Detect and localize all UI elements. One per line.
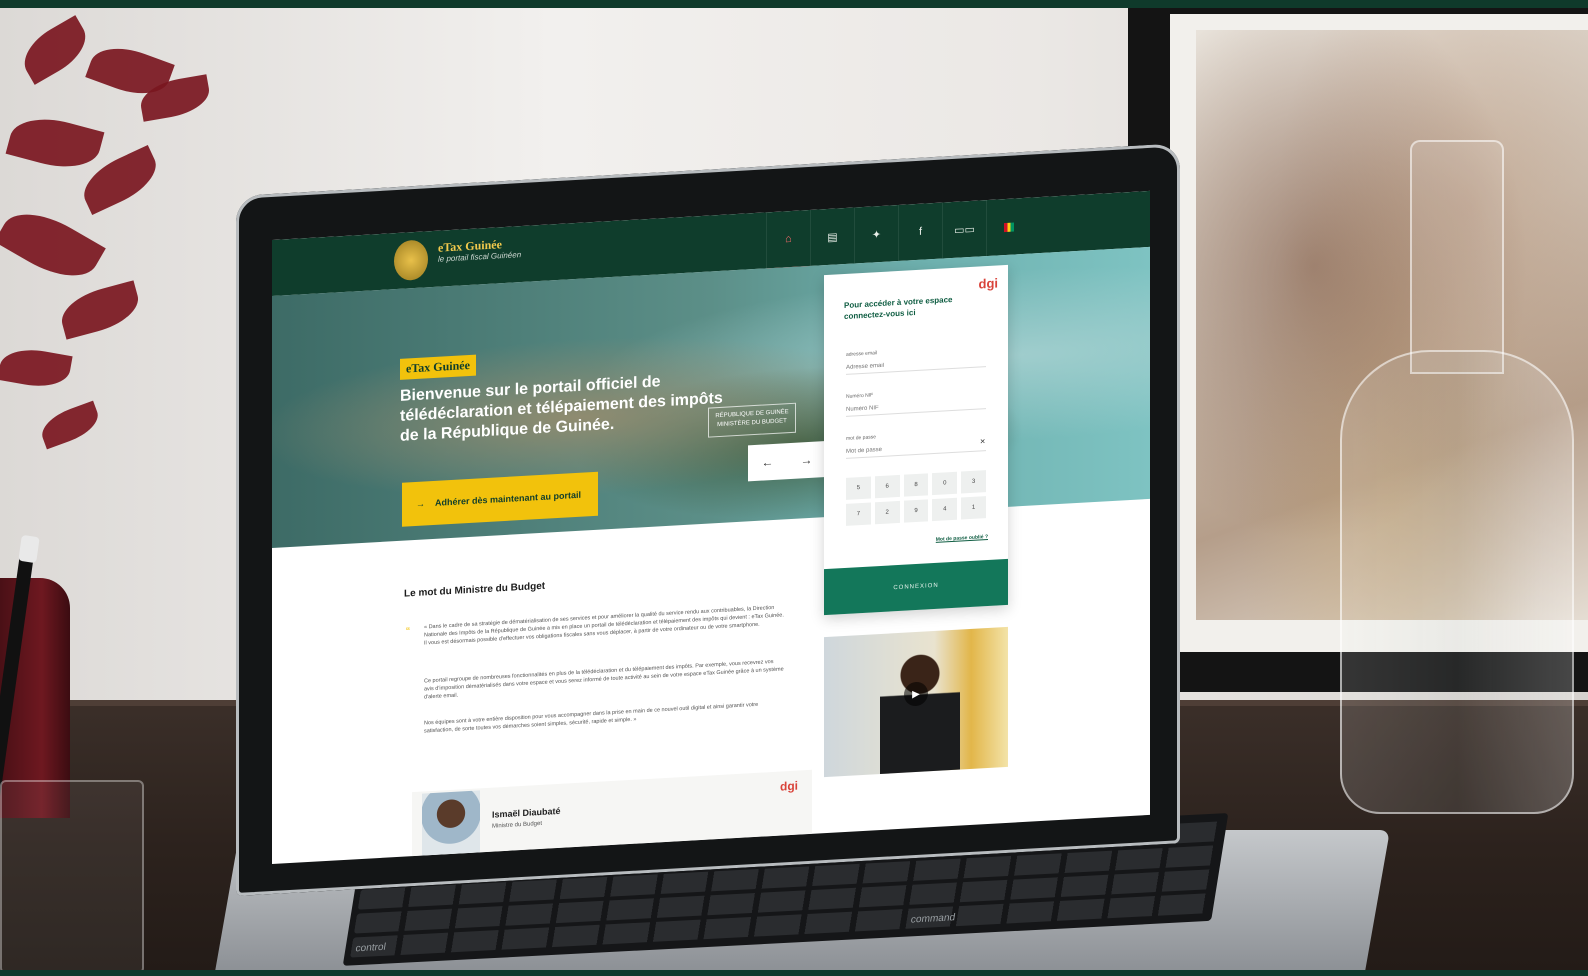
frame-top-border (0, 0, 1588, 8)
nif-field[interactable] (846, 396, 986, 417)
email-label: adresse email (846, 350, 878, 358)
bottle-body (1340, 350, 1574, 814)
plant-decoration (0, 10, 230, 470)
language-icon[interactable]: ▭▭ (942, 200, 986, 259)
key-control: control (354, 941, 387, 955)
hero-title: Bienvenue sur le portail officiel de tél… (400, 373, 723, 445)
document-icon[interactable]: ▤ (810, 207, 854, 266)
join-portal-label: Adhérer dès maintenant au portail (435, 489, 582, 508)
home-icon[interactable]: ⌂ (766, 209, 810, 272)
keypad-key[interactable]: 8 (903, 473, 929, 497)
password-label: mot de passe (846, 434, 877, 442)
slider-controls: ← → (748, 441, 826, 482)
minister-name: Ismaël Diaubaté (492, 805, 561, 820)
login-card: dgi Pour accéder à votre espace connecte… (824, 264, 1008, 616)
ministry-logo: RÉPUBLIQUE DE GUINÉE MINISTÈRE DU BUDGET (708, 402, 796, 438)
connect-button[interactable]: CONNEXION (824, 558, 1008, 616)
login-title: Pour accéder à votre espace connectez-vo… (844, 294, 953, 322)
forgot-password-link[interactable]: Mot de passe oublié ? (936, 534, 988, 543)
video-thumbnail[interactable]: ▶ (824, 626, 1008, 778)
dgi-logo: dgi (978, 275, 999, 292)
keypad-key[interactable]: 9 (903, 499, 929, 523)
keypad-key[interactable]: 3 (961, 470, 986, 494)
virtual-keypad: 5 6 8 0 3 7 2 9 4 1 (846, 470, 986, 526)
video-person (880, 639, 960, 775)
nif-label: Numéro NIF (846, 392, 874, 400)
keypad-key[interactable]: 0 (932, 471, 958, 496)
minister-section-title: Le mot du Ministre du Budget (404, 580, 546, 600)
twitter-icon[interactable]: ✦ (854, 205, 898, 264)
facebook-icon[interactable]: f (898, 202, 942, 262)
keypad-key[interactable]: 4 (932, 497, 958, 522)
keypad-key[interactable]: 6 (874, 474, 900, 499)
arrow-right-icon[interactable]: → (801, 453, 813, 468)
clear-icon[interactable]: × (980, 436, 985, 446)
keypad-key[interactable]: 2 (874, 500, 900, 525)
frame-bottom-border (0, 970, 1588, 976)
arrow-right-icon: → (416, 498, 425, 509)
bottle-neck (1410, 140, 1504, 374)
avatar (422, 790, 480, 856)
minister-paragraph-3: Nos équipes sont à votre entière disposi… (424, 701, 759, 735)
partner-logos: dgi (780, 778, 798, 794)
glass-bottle (1340, 140, 1574, 820)
laptop-screen: eTax Guinée le portail fiscal Guinéen ⌂ … (272, 190, 1150, 865)
coat-of-arms-logo-icon[interactable] (394, 239, 428, 282)
keypad-key[interactable]: 5 (846, 476, 871, 500)
minister-paragraph-2: Ce portail regroupe de nombreuses foncti… (424, 658, 784, 701)
quote-mark: “ (406, 624, 410, 639)
email-field[interactable] (846, 354, 986, 375)
hero-badge: eTax Guinée (400, 354, 476, 380)
password-field[interactable] (846, 438, 986, 459)
minister-role: Ministre du Budget (492, 820, 543, 830)
minister-paragraph-1: « Dans le cadre de sa stratégie de démat… (424, 604, 784, 647)
keypad-key[interactable]: 7 (846, 502, 871, 526)
keypad-key[interactable]: 1 (961, 496, 986, 520)
flag-icon[interactable] (986, 197, 1030, 257)
pencil-eraser (18, 534, 40, 564)
glass-holder (0, 780, 144, 974)
arrow-left-icon[interactable]: ← (762, 455, 774, 470)
